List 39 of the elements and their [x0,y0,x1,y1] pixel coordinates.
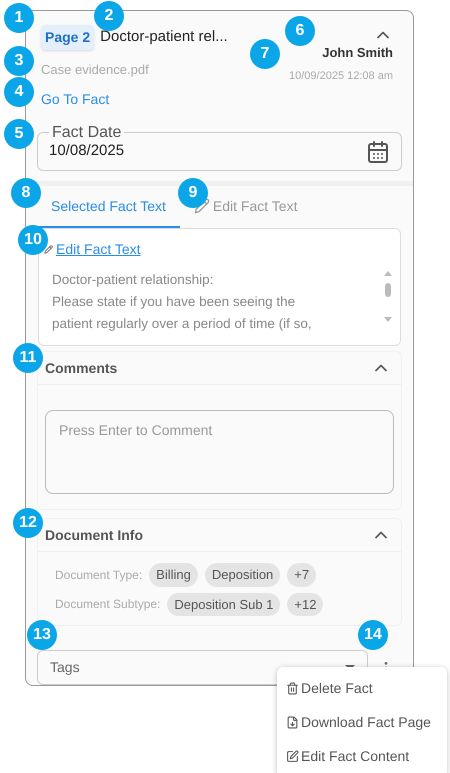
section-title: Document Info [45,526,143,544]
chip[interactable]: Deposition [204,563,280,586]
callout-marker: 12 [13,508,43,538]
callout-marker: 3 [4,46,34,76]
callout-marker: 10 [18,225,48,255]
chip[interactable]: +7 [287,563,316,586]
page-badge[interactable]: Page 2 [41,25,94,50]
callout-marker: 4 [4,77,34,107]
go-to-fact-link[interactable]: Go To Fact [41,88,228,110]
fact-text-line: Please state if you have been seeing the [52,292,296,311]
file-download-icon [286,716,299,728]
chip[interactable]: +12 [287,592,324,616]
callout-marker: 5 [4,119,34,149]
fact-date-label: Fact Date [51,124,122,142]
calendar-icon[interactable] [366,140,390,164]
edit-fact-text-link[interactable]: Edit Fact Text [56,238,141,260]
callout-marker: 2 [94,1,124,31]
callout-marker: 11 [13,343,43,373]
chip[interactable]: Billing [149,563,198,586]
fact-text-line: Doctor-patient relationship: [52,270,214,289]
fact-date-field[interactable]: Fact Date 10/08/2025 [37,124,402,171]
pen-square-icon [286,750,299,762]
menu-item[interactable]: Edit Fact Content [277,739,447,773]
section-title: Comments [45,358,118,378]
trash-icon [286,682,299,694]
callout-marker: 1 [4,3,34,33]
field-label: Document Subtype: [55,596,160,614]
fact-text-line: patient regularly over a period of time (if so, [52,314,313,333]
tags-placeholder: Tags [50,658,80,677]
chip[interactable]: Deposition Sub 1 [167,592,280,616]
author-name: John Smith [322,44,393,62]
pencil-icon [44,244,53,254]
file-name: Case evidence.pdf [41,61,150,79]
fact-date-value: 10/08/2025 [49,141,124,162]
callout-marker: 8 [11,178,41,208]
field-label: Document Type: [55,566,142,584]
menu-item[interactable]: Download Fact Page [277,705,447,739]
timestamp: 10/09/2025 12:08 am [289,68,393,84]
comment-field[interactable]: Press Enter to Comment [45,410,394,494]
